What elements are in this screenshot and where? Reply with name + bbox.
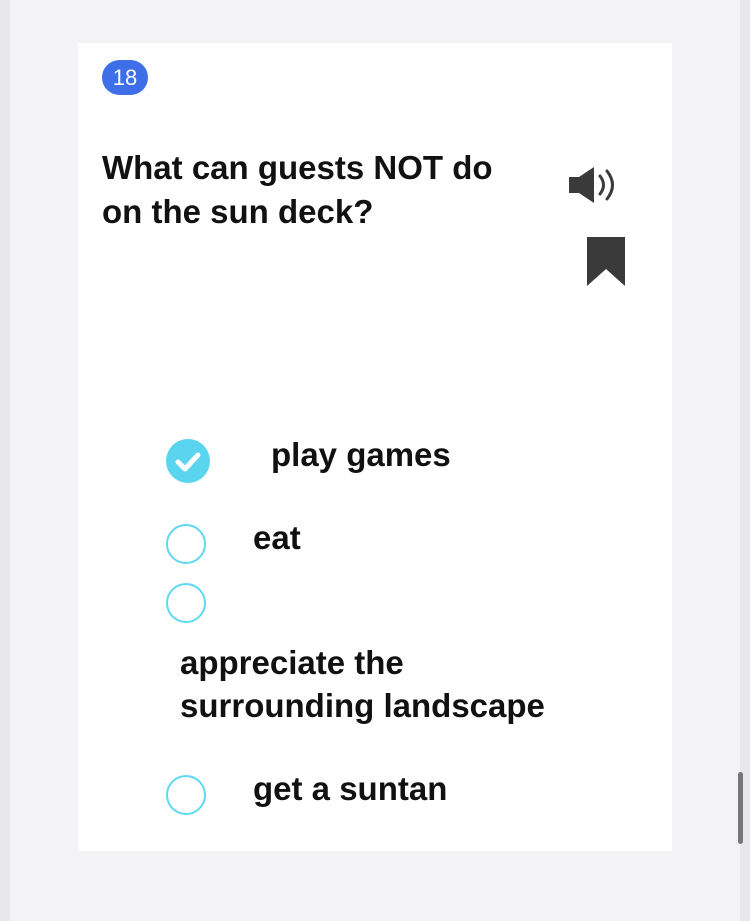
option-play-games[interactable]: play games	[166, 436, 566, 487]
option-label: play games	[271, 436, 451, 473]
option-get-a-suntan[interactable]: get a suntan	[166, 770, 566, 819]
scrollbar-thumb[interactable]	[738, 772, 743, 844]
option-label: eat	[253, 519, 301, 556]
radio-button[interactable]	[166, 775, 206, 815]
radio-button[interactable]	[166, 583, 206, 623]
option-label: get a suntan	[253, 770, 448, 807]
option-eat[interactable]: eat	[166, 519, 566, 568]
option-appreciate-landscape[interactable]: appreciate the surrounding landscape	[166, 581, 586, 731]
radio-selected[interactable]	[166, 439, 210, 483]
left-edge	[0, 0, 10, 921]
radio-button[interactable]	[166, 524, 206, 564]
speaker-icon[interactable]	[567, 163, 627, 207]
question-text: What can guests NOT do on the sun deck?	[102, 149, 493, 230]
bookmark-icon[interactable]	[587, 237, 625, 286]
check-icon	[175, 452, 201, 472]
option-label: appreciate the surrounding landscape	[180, 644, 545, 724]
question-number-badge: 18	[102, 60, 148, 95]
question-card: 18 What can guests NOT do on the sun dec…	[78, 43, 672, 851]
